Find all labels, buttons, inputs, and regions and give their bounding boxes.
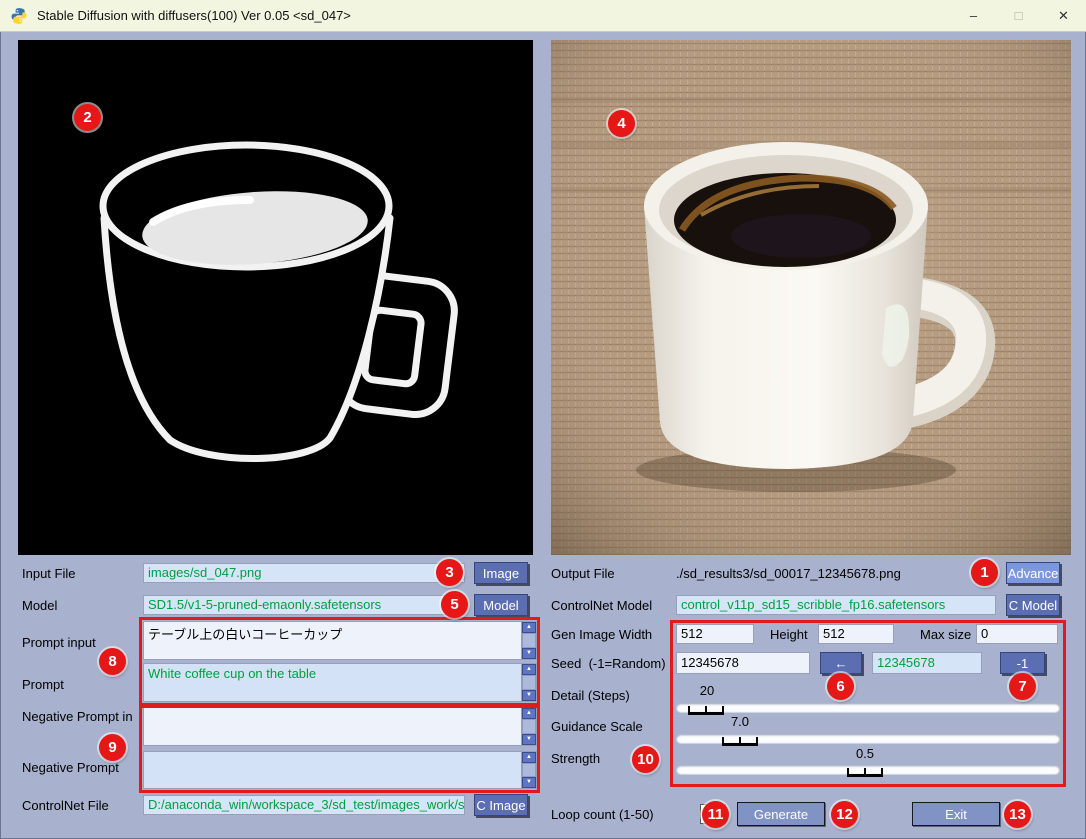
annotation-badge-4: 4 [608, 110, 635, 137]
controlnet-model-button[interactable]: C Model [1006, 594, 1060, 616]
model-field[interactable]: SD1.5/v1-5-pruned-emaonly.safetensors [143, 595, 465, 615]
input-file-field[interactable]: images/sd_047.png [143, 563, 465, 583]
annotation-badge-12: 12 [831, 801, 858, 828]
controlnet-model-field[interactable]: control_v11p_sd15_scribble_fp16.safetens… [676, 595, 996, 615]
maximize-button[interactable]: □ [996, 0, 1041, 31]
annotation-badge-9: 9 [99, 734, 126, 761]
loop-count-label: Loop count (1-50) [551, 807, 654, 822]
python-app-icon [10, 7, 28, 25]
output-file-value: ./sd_results3/sd_00017_12345678.png [676, 566, 901, 581]
advance-button[interactable]: Advance [1006, 562, 1060, 584]
title-bar: Stable Diffusion with diffusers(100) Ver… [0, 0, 1086, 32]
annotation-badge-8: 8 [99, 648, 126, 675]
annotation-badge-6: 6 [827, 673, 854, 700]
gen-image-width-label: Gen Image Width [551, 627, 652, 642]
prompt-highlight-rect [139, 617, 540, 706]
guidance-label: Guidance Scale [551, 719, 643, 734]
generate-button[interactable]: Generate [737, 802, 825, 826]
annotation-badge-2: 2 [74, 104, 101, 131]
negative-prompt-in-label: Negative Prompt in [22, 709, 133, 724]
input-file-label: Input File [22, 566, 75, 581]
model-button[interactable]: Model [474, 594, 528, 616]
controlnet-file-field[interactable]: D:/anaconda_win/workspace_3/sd_test/imag… [143, 795, 465, 815]
controlnet-model-label: ControlNet Model [551, 598, 652, 613]
window-title: Stable Diffusion with diffusers(100) Ver… [37, 8, 351, 23]
annotation-badge-7: 7 [1009, 673, 1036, 700]
controlnet-file-label: ControlNet File [22, 798, 109, 813]
exit-button[interactable]: Exit [912, 802, 1000, 826]
output-file-label: Output File [551, 566, 615, 581]
annotation-badge-13: 13 [1004, 801, 1031, 828]
generation-settings-highlight-rect [670, 620, 1066, 787]
annotation-badge-3: 3 [436, 559, 463, 586]
negative-prompt-label: Negative Prompt [22, 760, 119, 775]
annotation-badge-11: 11 [702, 801, 729, 828]
annotation-badge-10: 10 [632, 746, 659, 773]
prompt-label: Prompt [22, 677, 64, 692]
minimize-button[interactable]: – [951, 0, 996, 31]
steps-label: Detail (Steps) [551, 688, 630, 703]
model-label: Model [22, 598, 57, 613]
controlnet-image-button[interactable]: C Image [474, 794, 528, 816]
close-button[interactable]: ✕ [1041, 0, 1086, 31]
negative-prompt-highlight-rect [139, 705, 540, 793]
seed-label: Seed (-1=Random) [551, 656, 666, 671]
annotation-badge-1: 1 [971, 559, 998, 586]
prompt-input-label: Prompt input [22, 635, 96, 650]
input-image-button[interactable]: Image [474, 562, 528, 584]
annotation-badge-5: 5 [441, 591, 468, 618]
strength-label: Strength [551, 751, 600, 766]
